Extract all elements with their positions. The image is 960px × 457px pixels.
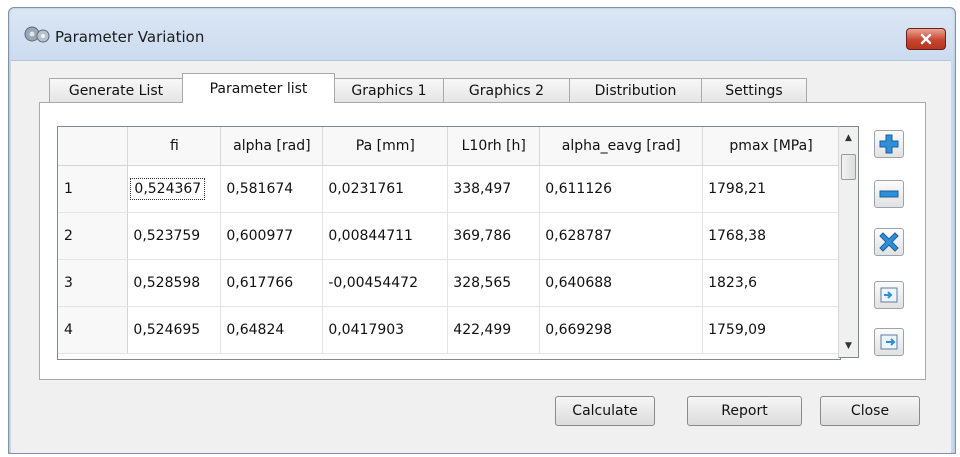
table-cell[interactable]: 0,611126	[539, 165, 704, 213]
cell-value: 0,524367	[130, 178, 206, 200]
tab-label: Graphics 1	[351, 82, 427, 99]
column-header-alpha[interactable]: alpha [rad]	[220, 127, 324, 166]
row-header[interactable]: 2	[58, 212, 129, 260]
scrollbar-thumb[interactable]	[841, 154, 856, 180]
tab-label: Generate List	[68, 82, 164, 99]
table-header-row: fi alpha [rad] Pa [mm] L10rh [h] alpha_e…	[58, 127, 840, 166]
row-header[interactable]: 4	[58, 306, 129, 354]
title-bar: Parameter Variation	[9, 8, 955, 60]
table-cell[interactable]: 0,628787	[539, 212, 704, 260]
table-cell[interactable]: 0,00844711	[322, 212, 449, 260]
scroll-down-icon[interactable]: ▼	[839, 337, 858, 355]
tab-generate-list[interactable]: Generate List	[49, 78, 183, 102]
report-label: Report	[721, 403, 768, 419]
table-cell[interactable]: 0,0417903	[322, 306, 449, 354]
column-header-pmax[interactable]: pmax [MPa]	[702, 127, 840, 166]
table-cell[interactable]: 0,524695	[127, 306, 222, 354]
table-cell[interactable]: 422,499	[447, 306, 541, 354]
minus-icon	[879, 190, 899, 198]
column-header-pa[interactable]: Pa [mm]	[322, 127, 449, 166]
table-cell[interactable]: 328,565	[447, 259, 541, 307]
remove-row-button[interactable]	[874, 180, 904, 208]
app-gears-icon	[24, 26, 50, 43]
import-button[interactable]	[874, 281, 904, 309]
table-cell[interactable]: 338,497	[447, 165, 541, 213]
row-header[interactable]: 1	[58, 165, 129, 213]
table-row[interactable]: 3 0,528598 0,617766 -0,00454472 328,565 …	[58, 259, 840, 307]
table-row[interactable]: 4 0,524695 0,64824 0,0417903 422,499 0,6…	[58, 306, 840, 354]
table-cell[interactable]: 369,786	[447, 212, 541, 260]
table-cell[interactable]: 0,600977	[220, 212, 324, 260]
tab-graphics-2[interactable]: Graphics 2	[443, 78, 570, 102]
table-cell[interactable]: 0,617766	[220, 259, 324, 307]
table-cell[interactable]: 0,581674	[220, 165, 324, 213]
table-cell[interactable]: 0,64824	[220, 306, 324, 354]
table-cell[interactable]: 1798,21	[702, 165, 840, 213]
close-label: Close	[850, 403, 890, 419]
export-button[interactable]	[874, 328, 904, 356]
tab-label: Parameter list	[209, 80, 308, 97]
column-header-alpha-eavg[interactable]: alpha_eavg [rad]	[539, 127, 704, 166]
clear-all-button[interactable]	[874, 228, 904, 256]
column-header-fi[interactable]: fi	[127, 127, 222, 166]
parameter-table[interactable]: fi alpha [rad] Pa [mm] L10rh [h] alpha_e…	[57, 126, 841, 360]
tab-label: Distribution	[594, 82, 677, 99]
tab-graphics-1[interactable]: Graphics 1	[334, 78, 444, 102]
close-button[interactable]: Close	[820, 396, 920, 426]
table-cell[interactable]: 0,524367	[127, 165, 222, 213]
plus-icon	[879, 134, 899, 154]
window-title: Parameter Variation	[55, 28, 205, 46]
table-row[interactable]: 2 0,523759 0,600977 0,00844711 369,786 0…	[58, 212, 840, 260]
row-header[interactable]: 3	[58, 259, 129, 307]
table-cell[interactable]: 1823,6	[702, 259, 840, 307]
table-cell[interactable]: 0,528598	[127, 259, 222, 307]
import-arrow-icon	[880, 287, 898, 303]
tab-distribution[interactable]: Distribution	[569, 78, 702, 102]
table-cell[interactable]: 1759,09	[702, 306, 840, 354]
tab-settings[interactable]: Settings	[701, 78, 807, 102]
table-cell[interactable]: 0,523759	[127, 212, 222, 260]
calculate-label: Calculate	[572, 403, 638, 419]
tab-label: Settings	[725, 82, 783, 99]
table-cell[interactable]: 0,0231761	[322, 165, 449, 213]
add-row-button[interactable]	[874, 130, 904, 158]
tab-parameter-list[interactable]: Parameter list	[182, 73, 335, 103]
tab-label: Graphics 2	[468, 82, 545, 99]
scroll-up-icon[interactable]: ▲	[839, 129, 858, 147]
delete-x-icon	[879, 232, 899, 252]
table-cell[interactable]: -0,00454472	[322, 259, 449, 307]
table-row[interactable]: 1 0,524367 0,581674 0,0231761 338,497 0,…	[58, 165, 840, 213]
table-cell[interactable]: 0,640688	[539, 259, 704, 307]
calculate-button[interactable]: Calculate	[555, 396, 655, 426]
table-cell[interactable]: 0,669298	[539, 306, 704, 354]
table-vertical-scrollbar[interactable]: ▲ ▼	[838, 126, 859, 358]
report-button[interactable]: Report	[687, 396, 802, 426]
table-cell[interactable]: 1768,38	[702, 212, 840, 260]
export-arrow-icon	[880, 334, 898, 350]
close-icon	[920, 33, 932, 45]
column-header-l10rh[interactable]: L10rh [h]	[447, 127, 541, 166]
window-close-button[interactable]	[906, 28, 946, 50]
corner-header	[58, 127, 129, 166]
